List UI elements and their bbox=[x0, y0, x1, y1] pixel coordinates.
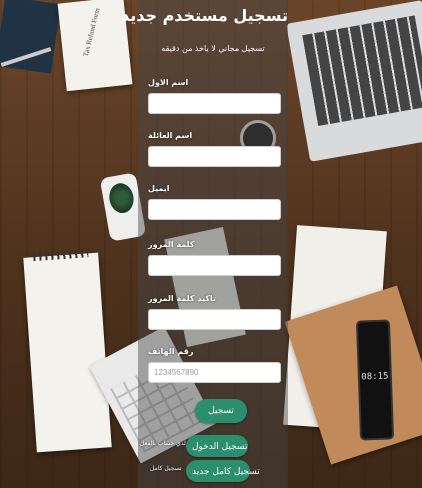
have-account-text: لدي حساب بالفعل bbox=[140, 440, 186, 447]
last-name-label: اسم العائلة bbox=[148, 131, 193, 140]
phone-clock: 08:15 bbox=[361, 371, 389, 383]
first-name-label: اسم الاول bbox=[148, 78, 189, 87]
password-label: كلمة المرور bbox=[148, 240, 195, 249]
confirm-password-input[interactable] bbox=[148, 309, 281, 330]
page-title: تسجيل مستخدم جديد bbox=[120, 6, 288, 25]
page-subtitle: تسجيل مجاني لا ياخذ من دقيقه bbox=[161, 44, 265, 53]
first-name-input[interactable] bbox=[148, 93, 281, 114]
login-button[interactable]: تسجيل الدخول bbox=[186, 435, 248, 457]
email-label: ايميل bbox=[148, 184, 170, 193]
phone-image: 08:15 bbox=[355, 319, 395, 441]
confirm-password-label: تاكيد كلمة المرور bbox=[148, 294, 216, 303]
laptop-image bbox=[286, 0, 422, 162]
password-input[interactable] bbox=[148, 255, 281, 276]
last-name-input[interactable] bbox=[148, 146, 281, 167]
phone-label: رقم الهاتف bbox=[148, 347, 194, 356]
phone-input[interactable] bbox=[148, 362, 281, 383]
full-register-button[interactable]: تسجيل كامل جديد bbox=[186, 460, 260, 482]
register-button[interactable]: تسجيل bbox=[195, 399, 247, 423]
tax-form-text: Tax Refund Form bbox=[81, 7, 102, 58]
notebook-image bbox=[23, 252, 112, 453]
full-register-text: تسجيل كامل bbox=[150, 465, 182, 472]
email-input[interactable] bbox=[148, 199, 281, 220]
